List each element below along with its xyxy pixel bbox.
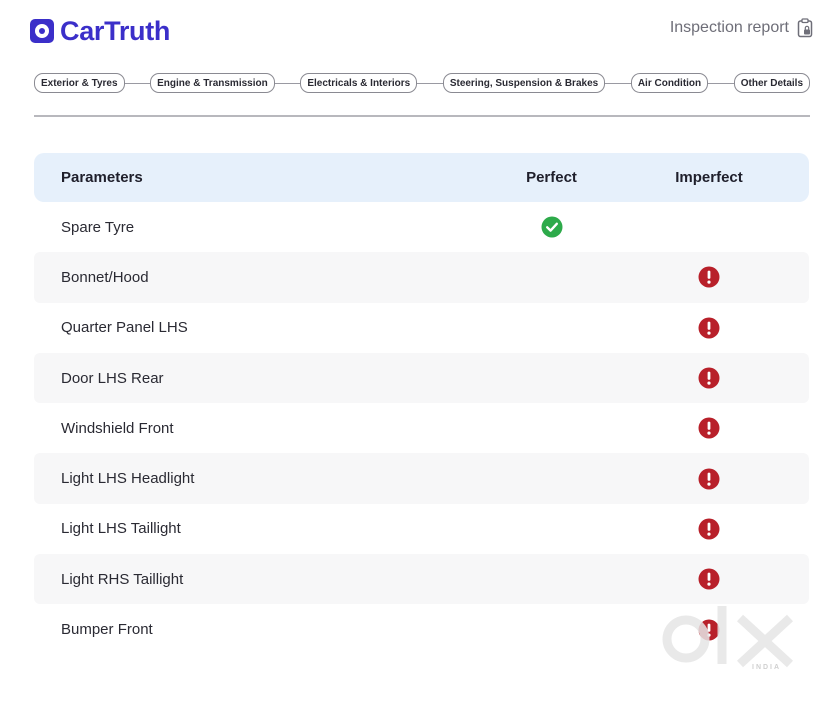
imperfect-cell [609,417,809,439]
exclamation-circle-icon [698,417,720,439]
check-circle-icon [541,216,562,238]
table-header: Parameters Perfect Imperfect [34,153,809,202]
step-tab[interactable]: Steering, Suspension & Brakes [442,73,606,93]
imperfect-cell [609,468,809,490]
step-tab[interactable]: Air Condition [630,73,709,93]
imperfect-cell [609,317,809,339]
step-connector [274,82,301,84]
parameter-name: Spare Tyre [61,218,135,236]
step-connector [124,82,151,84]
table-body: Spare Tyre Bonnet/Hood Quarter Panel LHS Do… [34,202,809,655]
exclamation-circle-icon [698,367,720,389]
column-header-imperfect: Imperfect [675,169,743,186]
step-tab[interactable]: Engine & Transmission [150,73,275,93]
exclamation-circle-icon [698,266,720,288]
imperfect-cell [609,518,809,540]
imperfect-cell [609,367,809,389]
table-row: Windshield Front [34,403,809,453]
parameter-name: Windshield Front [61,419,174,437]
logo[interactable]: CarTruth [30,14,170,48]
app-header: CarTruth Inspection report [30,14,813,48]
column-header-parameters: Parameters [61,169,143,186]
step-tab[interactable]: Electricals & Interiors [300,73,418,93]
perfect-cell [494,216,609,238]
table-row: Door LHS Rear [34,352,809,404]
logo-mark-icon [30,19,54,43]
step-connector [417,82,443,84]
parameter-name: Light RHS Taillight [61,570,184,588]
exclamation-circle-icon [698,568,720,590]
table-row: Bonnet/Hood [34,252,809,303]
exclamation-circle-icon [698,317,720,339]
header-divider [34,115,810,117]
parameter-name: Light LHS Headlight [61,470,195,488]
inspection-report-link[interactable]: Inspection report [670,18,813,38]
watermark-sub: INDIA [752,664,782,671]
inspection-report-label: Inspection report [669,19,789,36]
step-tab[interactable]: Exterior & Tyres [34,73,125,93]
table-row: Light LHS Headlight [34,453,809,504]
exclamation-circle-icon [698,518,720,540]
imperfect-cell [609,568,809,590]
table-row: Light LHS Taillight [34,504,809,554]
table-row: Light RHS Taillight [34,554,809,605]
step-connector [605,82,631,84]
inspection-steps: Exterior & Tyres Engine & Transmission Ele… [34,72,811,94]
table-row: Quarter Panel LHS [34,303,809,353]
parameter-name: Quarter Panel LHS [61,319,188,337]
step-tab[interactable]: Other Details [733,73,811,93]
table-row: Spare Tyre [34,202,809,252]
parameter-name: Bonnet/Hood [61,268,149,286]
parameter-name: Light LHS Taillight [61,520,181,538]
inspection-table: Parameters Perfect Imperfect Spare Tyre B… [34,153,809,655]
parameter-name: Door LHS Rear [61,369,164,387]
parameter-name: Bumper Front [61,621,153,639]
imperfect-cell [609,266,809,288]
column-header-perfect: Perfect [526,169,577,186]
clipboard-lock-icon [797,18,813,38]
exclamation-circle-icon [698,468,720,490]
step-connector [708,82,734,84]
logo-text: CarTruth [60,15,171,46]
